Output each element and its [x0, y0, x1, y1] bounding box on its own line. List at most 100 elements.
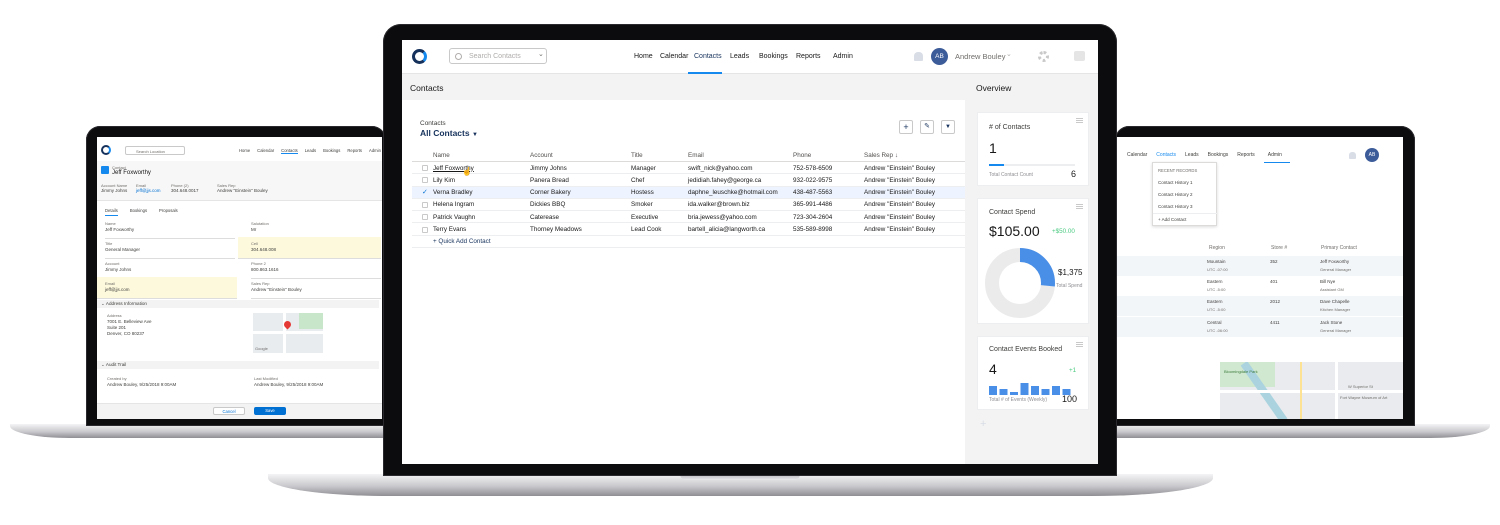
add-contact-button[interactable]: +: [899, 120, 913, 134]
right-nav-admin[interactable]: Admin: [1263, 152, 1290, 163]
left-nav-contacts[interactable]: Contacts: [281, 148, 298, 154]
row-checked-icon[interactable]: ✓: [422, 188, 428, 196]
dropdown-add-contact[interactable]: + Add Contact: [1158, 217, 1186, 222]
table-row[interactable]: Patrick Vaughn Caterease Executive bria.…: [412, 211, 965, 224]
row-email[interactable]: swift_nick@yahoo.com: [688, 165, 753, 172]
edit-button[interactable]: ✎: [920, 120, 934, 134]
field-salutation-label: Salutation: [251, 221, 269, 226]
nav-contacts[interactable]: Contacts: [694, 53, 722, 60]
right-avatar[interactable]: AB: [1365, 148, 1379, 162]
row-checkbox[interactable]: [422, 201, 428, 208]
col-account[interactable]: Account: [530, 152, 553, 159]
table-row[interactable]: Helena Ingram Dickies BBQ Smoker ida.wal…: [412, 199, 965, 212]
filter-button[interactable]: ▼: [941, 120, 955, 134]
row-checkbox[interactable]: [422, 226, 428, 233]
row-phone: 932-022-9575: [793, 176, 833, 184]
dropdown-item-1[interactable]: Contact History 1: [1158, 180, 1193, 185]
nav-home[interactable]: Home: [634, 53, 653, 60]
drag-handle-icon[interactable]: [1076, 342, 1083, 347]
dropdown-item-3[interactable]: Contact History 3: [1158, 204, 1193, 209]
left-search-input[interactable]: Search Location: [125, 146, 185, 155]
right-nav-reports[interactable]: Reports: [1237, 152, 1255, 163]
row-name[interactable]: Helena Ingram: [433, 201, 474, 208]
address-section-header[interactable]: ⌄ Address Information: [97, 300, 379, 308]
row-email[interactable]: bria.jewess@yahoo.com: [688, 214, 757, 221]
table-row[interactable]: Jeff Foxworthy Jimmy Johns Manager swift…: [412, 162, 965, 175]
hl-email-value[interactable]: jeff@jjs.com: [136, 188, 161, 193]
nav-admin[interactable]: Admin: [833, 53, 853, 60]
row-email[interactable]: bartell_alicia@langworth.ca: [688, 226, 765, 233]
col-phone[interactable]: Phone: [793, 152, 811, 159]
dropdown-item-2[interactable]: Contact History 2: [1158, 192, 1193, 197]
apps-icon[interactable]: [1074, 51, 1085, 61]
field-name[interactable]: Name Jeff Foxworthy: [105, 221, 235, 239]
right-bell-icon[interactable]: [1349, 152, 1356, 159]
cancel-button[interactable]: Cancel: [213, 407, 245, 415]
left-nav-leads[interactable]: Leads: [305, 148, 316, 154]
address-map[interactable]: Google: [253, 313, 323, 353]
col-salesrep[interactable]: Sales Rep ↓: [864, 152, 898, 159]
right-col-region[interactable]: Region: [1209, 245, 1225, 251]
nav-reports[interactable]: Reports: [796, 53, 821, 60]
right-col-store[interactable]: Store #: [1271, 245, 1287, 251]
table-row-selected[interactable]: ✓ Verna Bradley Corner Bakery Hostess da…: [412, 186, 965, 199]
drag-handle-icon[interactable]: [1076, 118, 1083, 123]
drag-handle-icon[interactable]: [1076, 204, 1083, 209]
save-button[interactable]: Save: [254, 407, 286, 415]
row-checkbox[interactable]: [422, 165, 428, 171]
row-name[interactable]: Terry Evans: [433, 226, 466, 233]
nav-bookings[interactable]: Bookings: [759, 53, 788, 60]
field-phone2[interactable]: Phone 2 800.863.1616: [251, 261, 381, 279]
right-row[interactable]: Eastern UTC -5:00 2012 Dave Chapelle Kit…: [1117, 296, 1403, 316]
audit-section-header[interactable]: ⌄ Audit Trail: [97, 361, 379, 369]
col-name[interactable]: Name: [433, 152, 450, 159]
right-map[interactable]: Bloomingdale Park Fort Wayne Museum of A…: [1220, 362, 1403, 419]
row-checkbox[interactable]: [422, 214, 428, 221]
user-name[interactable]: Andrew Bouley: [955, 52, 1005, 61]
tab-proposals[interactable]: Proposals: [159, 208, 178, 216]
nav-leads[interactable]: Leads: [730, 53, 749, 60]
field-salesrep[interactable]: Sales Rep Andrew "Einstein" Bouley: [251, 281, 381, 299]
field-phone2-value: 800.863.1616: [251, 267, 279, 272]
row-name[interactable]: Lily Kim: [433, 177, 455, 184]
right-row[interactable]: Central UTC -06:00 4411 Jack Stone Gener…: [1117, 317, 1403, 337]
row-name[interactable]: Verna Bradley: [433, 189, 473, 196]
left-nav-reports[interactable]: Reports: [347, 148, 362, 154]
col-title[interactable]: Title: [631, 152, 643, 159]
user-menu-chevron-icon[interactable]: ⌄: [1006, 50, 1012, 58]
field-email[interactable]: Email jeff@jjs.com: [97, 277, 237, 299]
field-cell[interactable]: Cell 304.648.008: [238, 237, 381, 259]
col-email[interactable]: Email: [688, 152, 704, 159]
tab-details[interactable]: Details: [105, 208, 118, 216]
list-view-selector[interactable]: All Contacts ▼: [420, 128, 478, 138]
search-chevron-down-icon[interactable]: ⌄: [538, 50, 544, 58]
left-nav-calendar[interactable]: Calendar: [257, 148, 274, 154]
gear-icon[interactable]: [1038, 51, 1049, 62]
right-nav-calendar[interactable]: Calendar: [1127, 152, 1147, 163]
table-row[interactable]: Terry Evans Thorney Meadows Lead Cook ba…: [412, 224, 965, 236]
tab-bookings[interactable]: Bookings: [130, 208, 147, 216]
list-view-caret-icon: ▼: [471, 132, 478, 138]
right-row-tz: UTC -07:00: [1207, 267, 1228, 272]
row-email[interactable]: jedidiah.fahey@george.ca: [688, 177, 761, 184]
nav-calendar[interactable]: Calendar: [660, 53, 688, 60]
left-nav-home[interactable]: Home: [239, 148, 250, 154]
row-email[interactable]: ida.walker@brown.biz: [688, 201, 750, 208]
left-nav-admin[interactable]: Admin: [369, 148, 381, 154]
app-logo[interactable]: [412, 49, 427, 64]
user-avatar[interactable]: AB: [931, 48, 948, 65]
right-row[interactable]: Mountain UTC -07:00 352 Jeff Foxworthy G…: [1117, 256, 1403, 276]
field-title[interactable]: Title General Manager: [105, 241, 235, 259]
events-bar: [1041, 389, 1050, 395]
quick-add-contact-link[interactable]: + Quick Add Contact: [433, 238, 491, 245]
row-name[interactable]: Patrick Vaughn: [433, 214, 475, 221]
table-row[interactable]: Lily Kim Panera Bread Chef jedidiah.fahe…: [412, 174, 965, 187]
bell-icon[interactable]: [914, 52, 923, 61]
add-widget-plus-icon[interactable]: +: [980, 418, 986, 430]
row-email[interactable]: daphne_leuschke@hotmail.com: [688, 189, 778, 196]
left-nav-bookings[interactable]: Bookings: [323, 148, 340, 154]
search-input[interactable]: Search Contacts ⌄: [449, 48, 547, 64]
row-checkbox[interactable]: [422, 177, 428, 184]
right-col-contact[interactable]: Primary Contact: [1321, 245, 1357, 251]
right-row[interactable]: Eastern UTC -5:00 401 Bill Nye Assistant…: [1117, 276, 1403, 296]
